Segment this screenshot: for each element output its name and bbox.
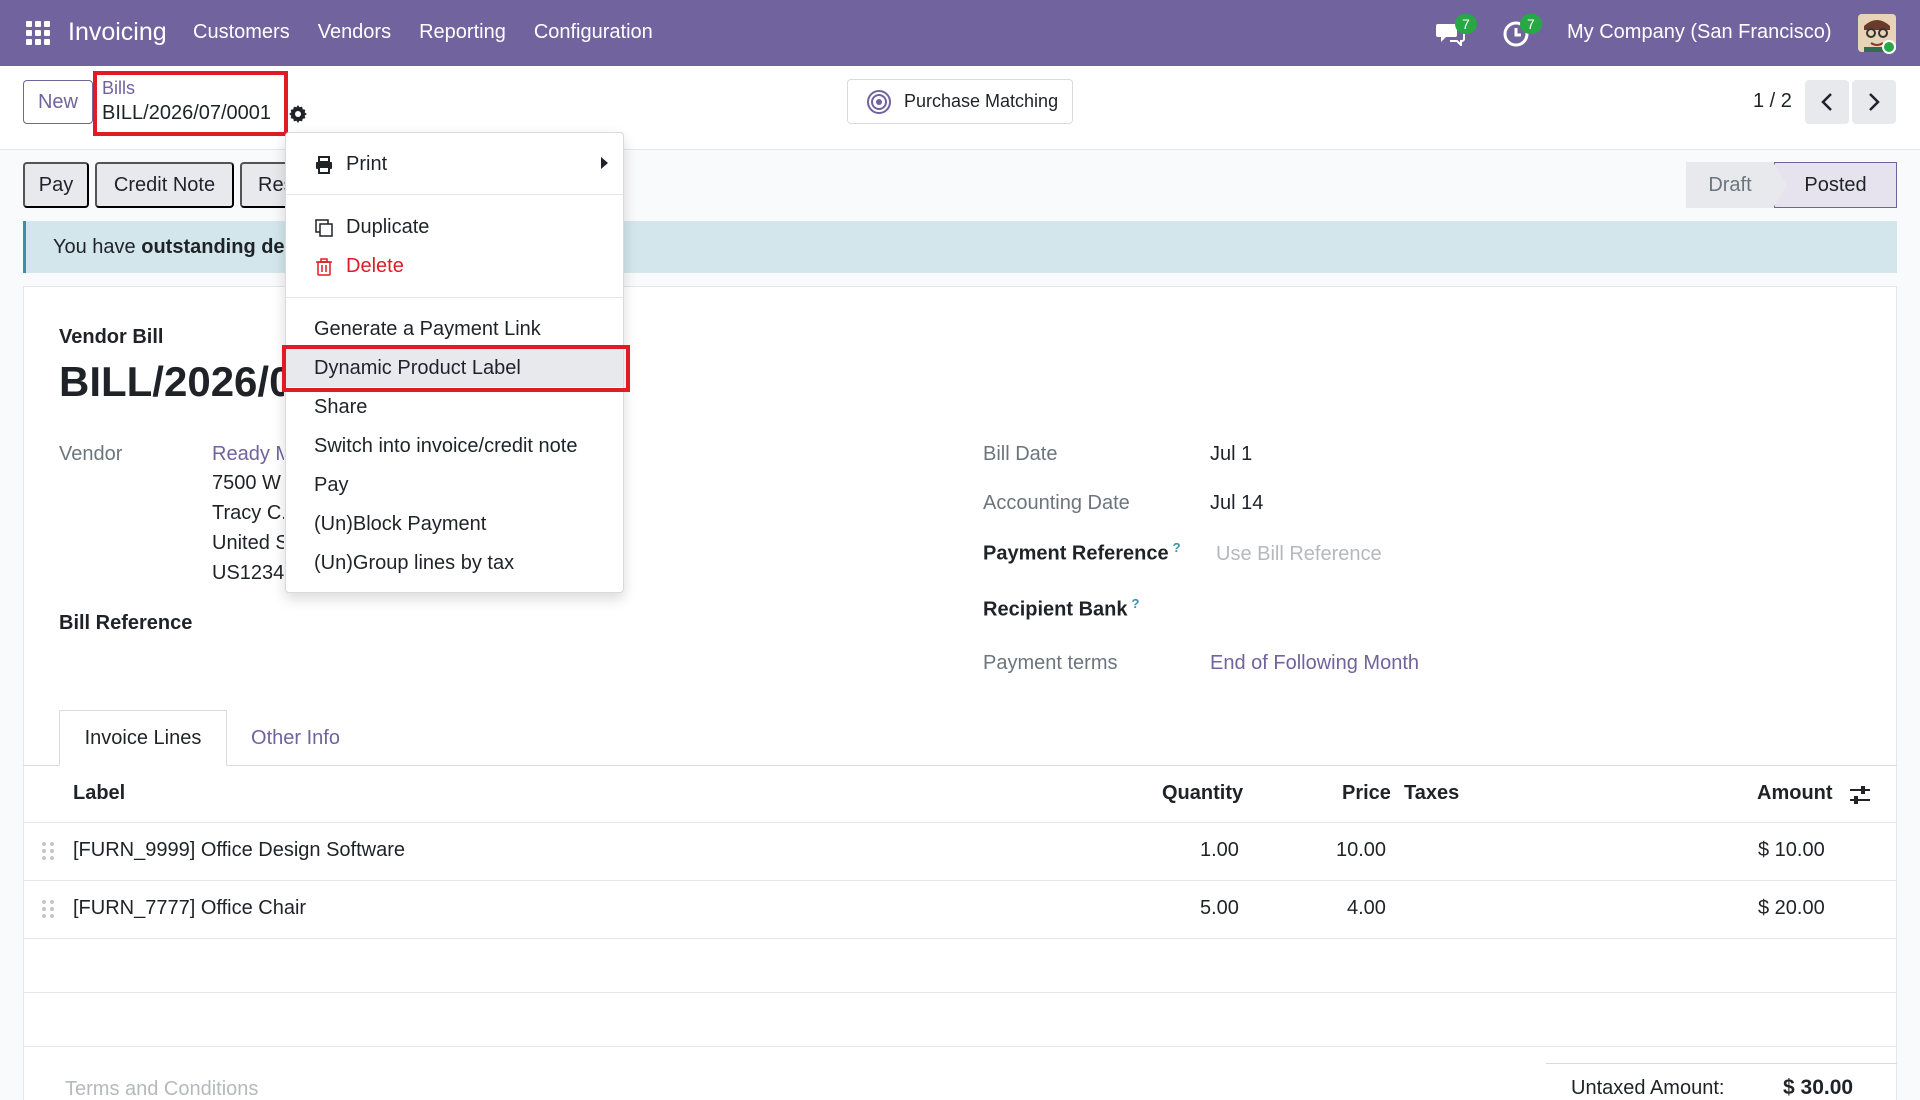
column-header-price[interactable]: Price <box>1342 782 1391 805</box>
dynamic-product-label-highlight-box <box>282 345 630 392</box>
activities-badge: 7 <box>1520 14 1542 34</box>
purchase-matching-label: Purchase Matching <box>904 91 1059 111</box>
target-icon <box>867 89 891 114</box>
column-header-amount[interactable]: Amount <box>1757 782 1833 805</box>
column-header-quantity[interactable]: Quantity <box>1162 782 1243 805</box>
app-brand[interactable]: Invoicing <box>68 18 167 47</box>
stage-posted[interactable]: Posted <box>1774 162 1897 208</box>
row-amount: $ 10.00 <box>1758 839 1825 861</box>
company-switcher[interactable]: My Company (San Francisco) <box>1567 21 1832 44</box>
help-tooltip-icon[interactable]: ? <box>1173 540 1181 555</box>
vendor-address-line: Tracy C. <box>212 502 284 524</box>
payment-reference-input[interactable]: Use Bill Reference <box>1216 543 1382 566</box>
terms-and-conditions-input[interactable]: Terms and Conditions <box>65 1078 258 1100</box>
gear-icon[interactable] <box>288 104 308 124</box>
column-header-taxes[interactable]: Taxes <box>1404 782 1459 805</box>
bill-date-field[interactable]: Jul 1 <box>1210 443 1252 466</box>
menu-item-print[interactable]: Print <box>346 153 387 176</box>
menu-vendors[interactable]: Vendors <box>318 21 391 44</box>
bill-date-label: Bill Date <box>983 443 1058 465</box>
menu-item-group-lines-by-tax[interactable]: (Un)Group lines by tax <box>314 552 514 575</box>
untaxed-amount-label: Untaxed Amount: <box>1571 1077 1725 1099</box>
row-amount: $ 20.00 <box>1758 897 1825 919</box>
table-divider <box>23 992 1897 993</box>
chevron-left-icon <box>1821 93 1832 111</box>
trash-icon <box>316 258 332 276</box>
stage-separator-arrow <box>1773 162 1787 208</box>
menu-item-block-payment[interactable]: (Un)Block Payment <box>314 513 486 536</box>
apps-menu-icon[interactable] <box>26 21 50 45</box>
row-label[interactable]: [FURN_7777] Office Chair <box>73 897 306 920</box>
alert-text: You have <box>53 236 142 258</box>
pager-previous-button[interactable] <box>1805 80 1849 124</box>
menu-configuration[interactable]: Configuration <box>534 21 653 44</box>
caret-right-icon <box>601 157 608 169</box>
row-price[interactable]: 10.00 <box>1336 839 1386 862</box>
document-name: BILL/2026/07/0001 <box>59 358 284 405</box>
alert-link[interactable]: outstanding del <box>141 236 290 258</box>
messages-badge: 7 <box>1455 14 1477 34</box>
menu-item-pay[interactable]: Pay <box>314 474 348 497</box>
breadcrumb-highlight-box <box>93 71 288 136</box>
menu-item-generate-payment-link[interactable]: Generate a Payment Link <box>314 318 541 341</box>
top-navbar: Invoicing Customers Vendors Reporting Co… <box>0 0 1920 66</box>
menu-item-share[interactable]: Share <box>314 396 367 419</box>
row-quantity[interactable]: 5.00 <box>1200 897 1239 920</box>
chevron-right-icon <box>1869 93 1880 111</box>
new-button[interactable]: New <box>23 80 93 124</box>
table-divider <box>23 1046 1897 1047</box>
row-label[interactable]: [FURN_9999] Office Design Software <box>73 839 405 862</box>
untaxed-amount-value: $ 30.00 <box>1783 1076 1854 1099</box>
purchase-matching-button[interactable]: Purchase Matching <box>847 79 1073 124</box>
menu-customers[interactable]: Customers <box>193 21 290 44</box>
payment-terms-field[interactable]: End of Following Month <box>1210 652 1419 675</box>
payment-reference-label: Payment Reference? <box>983 540 1181 565</box>
main-menu: Customers Vendors Reporting Configuratio… <box>193 21 653 44</box>
recipient-bank-label: Recipient Bank? <box>983 596 1140 621</box>
payment-terms-label: Payment terms <box>983 652 1118 674</box>
table-divider <box>23 880 1897 881</box>
online-status-dot <box>1882 40 1896 54</box>
vendor-address-line: US1234 <box>212 562 284 584</box>
copy-icon <box>315 219 333 237</box>
pager-value[interactable]: 1 / 2 <box>1753 90 1792 113</box>
menu-reporting[interactable]: Reporting <box>419 21 506 44</box>
column-settings-icon[interactable] <box>1848 784 1872 806</box>
menu-item-duplicate[interactable]: Duplicate <box>346 216 429 239</box>
stage-draft[interactable]: Draft <box>1686 162 1774 208</box>
credit-note-button[interactable]: Credit Note <box>95 162 234 208</box>
accounting-date-label: Accounting Date <box>983 492 1130 514</box>
row-quantity[interactable]: 1.00 <box>1200 839 1239 862</box>
tab-other-info[interactable]: Other Info <box>233 710 358 766</box>
vendor-field[interactable]: Ready M <box>212 443 284 466</box>
column-header-label[interactable]: Label <box>73 782 125 805</box>
vendor-address-line: United S <box>212 532 284 554</box>
menu-item-switch-invoice-credit-note[interactable]: Switch into invoice/credit note <box>314 435 577 458</box>
help-tooltip-icon[interactable]: ? <box>1131 596 1139 611</box>
menu-item-delete[interactable]: Delete <box>346 255 404 278</box>
vendor-label: Vendor <box>59 443 123 465</box>
printer-icon <box>316 156 332 174</box>
table-divider <box>23 822 1897 823</box>
accounting-date-field[interactable]: Jul 14 <box>1210 492 1263 515</box>
menu-divider <box>286 194 623 195</box>
row-price[interactable]: 4.00 <box>1347 897 1386 920</box>
document-type: Vendor Bill <box>59 326 164 348</box>
drag-handle-icon[interactable] <box>42 900 54 918</box>
totals-divider <box>1546 1063 1897 1064</box>
pay-button[interactable]: Pay <box>23 162 89 208</box>
table-divider <box>23 938 1897 939</box>
bill-reference-label: Bill Reference <box>59 612 193 634</box>
vendor-address-line: 7500 W <box>212 472 281 494</box>
tab-invoice-lines[interactable]: Invoice Lines <box>59 710 227 766</box>
drag-handle-icon[interactable] <box>42 842 54 860</box>
pager-next-button[interactable] <box>1852 80 1896 124</box>
menu-divider <box>286 297 623 298</box>
